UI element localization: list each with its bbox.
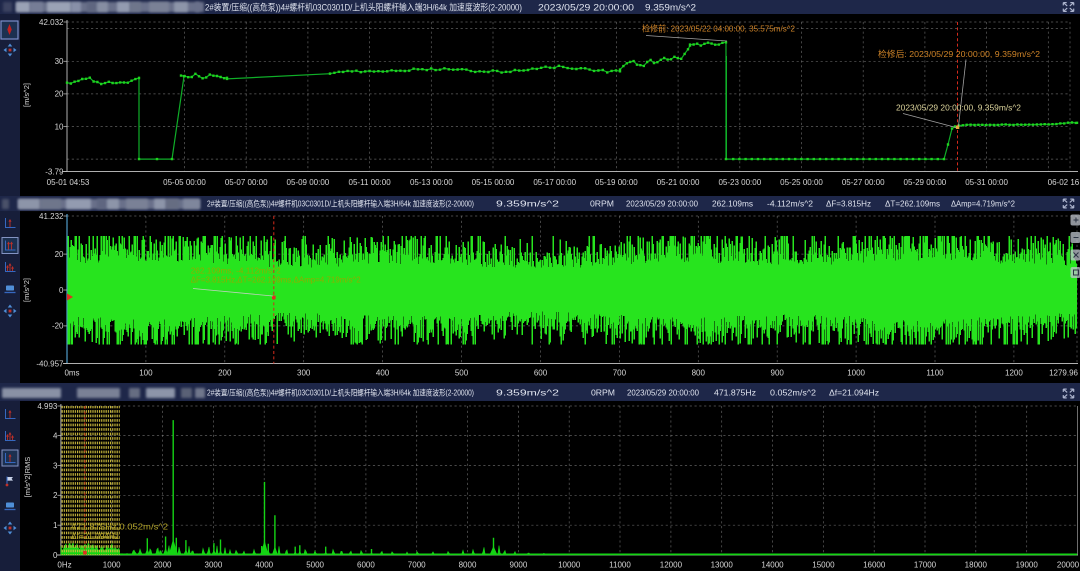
svg-text:-4.112m/s^2: -4.112m/s^2 <box>767 200 814 209</box>
svg-text:100: 100 <box>139 369 153 378</box>
svg-text:20: 20 <box>55 250 64 259</box>
svg-text:3000: 3000 <box>205 560 223 569</box>
svg-text:05-15 00:00: 05-15 00:00 <box>472 178 515 187</box>
svg-text:ΔF=3.815Hz,ΔT=262.109ms,ΔAmp=4: ΔF=3.815Hz,ΔT=262.109ms,ΔAmp=4.719m/s^2 <box>191 275 361 285</box>
svg-text:-20: -20 <box>52 322 64 331</box>
svg-text:2023/05/29 20:00:00, 9.359m/s^: 2023/05/29 20:00:00, 9.359m/s^2 <box>896 103 1021 113</box>
svg-text:1279.96: 1279.96 <box>1049 369 1078 378</box>
svg-text:9.359m/s^2: 9.359m/s^2 <box>496 200 560 209</box>
svg-text:-3.79: -3.79 <box>45 167 64 176</box>
svg-text:6000: 6000 <box>357 560 375 569</box>
svg-text:262.109ms: 262.109ms <box>712 200 753 209</box>
svg-text:10: 10 <box>55 122 64 131</box>
svg-text:2#装置/压缩((高危泵))4#螺杆机03C0301D/上机: 2#装置/压缩((高危泵))4#螺杆机03C0301D/上机头阳螺杆输入端3H/… <box>207 199 474 209</box>
svg-text:0RPM: 0RPM <box>591 389 615 398</box>
svg-text:05-27 00:00: 05-27 00:00 <box>842 178 885 187</box>
svg-text:471.875Hz,0.052m/s^2: 471.875Hz,0.052m/s^2 <box>71 521 168 531</box>
svg-text:17000: 17000 <box>914 560 937 569</box>
svg-text:41.232: 41.232 <box>39 212 64 221</box>
svg-text:0.052m/s^2: 0.052m/s^2 <box>770 389 817 398</box>
svg-text:2023/05/29 20:00:00: 2023/05/29 20:00:00 <box>538 2 634 12</box>
svg-text:05-25 00:00: 05-25 00:00 <box>780 178 823 187</box>
svg-text:1000: 1000 <box>103 560 121 569</box>
svg-text:2000: 2000 <box>154 560 172 569</box>
svg-text:5000: 5000 <box>306 560 324 569</box>
svg-text:0ms: 0ms <box>64 369 79 378</box>
svg-text:11000: 11000 <box>609 560 631 569</box>
svg-text:检修后: 2023/05/29 20:00:00, 9.35: 检修后: 2023/05/29 20:00:00, 9.359m/s^2 <box>878 49 1040 59</box>
svg-text:05-07 00:00: 05-07 00:00 <box>225 178 268 187</box>
svg-text:05-11 00:00: 05-11 00:00 <box>349 178 392 187</box>
svg-text:7000: 7000 <box>408 560 426 569</box>
svg-text:05-29 00:00: 05-29 00:00 <box>904 178 947 187</box>
svg-text:05-05 00:00: 05-05 00:00 <box>163 178 206 187</box>
svg-text:600: 600 <box>534 369 548 378</box>
svg-text:200: 200 <box>218 369 232 378</box>
svg-text:05-01 04:53: 05-01 04:53 <box>47 178 90 187</box>
svg-text:42.032: 42.032 <box>39 18 64 27</box>
svg-text:30: 30 <box>55 57 64 66</box>
svg-text:900: 900 <box>771 369 785 378</box>
svg-text:20000: 20000 <box>1057 560 1080 569</box>
svg-text:3: 3 <box>53 461 58 470</box>
svg-text:500: 500 <box>455 369 469 378</box>
svg-text:Δf=21.094Hz: Δf=21.094Hz <box>829 389 879 398</box>
svg-text:2023/05/29 20:00:00: 2023/05/29 20:00:00 <box>626 200 699 209</box>
svg-text:ΔAmp=4.719m/s^2: ΔAmp=4.719m/s^2 <box>951 200 1016 209</box>
svg-text:300: 300 <box>297 369 311 378</box>
svg-text:471.875Hz: 471.875Hz <box>714 389 756 398</box>
svg-text:18000: 18000 <box>965 560 988 569</box>
svg-text:0RPM: 0RPM <box>590 200 614 209</box>
svg-text:05-09 00:00: 05-09 00:00 <box>287 178 330 187</box>
svg-text:ΔT=262.109ms: ΔT=262.109ms <box>885 200 940 209</box>
svg-text:2: 2 <box>53 491 58 500</box>
svg-text:2#装置/压缩((高危泵))4#螺杆机03C0301D/上机: 2#装置/压缩((高危泵))4#螺杆机03C0301D/上机头阳螺杆输入端3H/… <box>205 1 522 12</box>
svg-text:14000: 14000 <box>761 560 784 569</box>
svg-text:15000: 15000 <box>812 560 835 569</box>
svg-text:05-13 00:00: 05-13 00:00 <box>410 178 453 187</box>
svg-text:800: 800 <box>692 369 706 378</box>
svg-text:9.359m/s^2: 9.359m/s^2 <box>645 2 696 12</box>
svg-text:2#装置/压缩((高危泵))4#螺杆机03C0301D/上机: 2#装置/压缩((高危泵))4#螺杆机03C0301D/上机头阳螺杆输入端3H/… <box>207 388 474 398</box>
svg-text:1200: 1200 <box>1005 369 1023 378</box>
svg-text:4: 4 <box>53 431 58 440</box>
svg-text:8000: 8000 <box>459 560 477 569</box>
svg-text:ΔF=3.815Hz: ΔF=3.815Hz <box>826 200 871 209</box>
svg-text:1000: 1000 <box>847 369 865 378</box>
svg-text:05-21 00:00: 05-21 00:00 <box>657 178 700 187</box>
svg-text:1: 1 <box>53 521 58 530</box>
svg-text:06-02 16:00: 06-02 16:00 <box>1048 178 1080 187</box>
svg-text:700: 700 <box>613 369 627 378</box>
svg-text:05-19 00:00: 05-19 00:00 <box>595 178 638 187</box>
svg-text:05-31 00:00: 05-31 00:00 <box>965 178 1008 187</box>
svg-text:400: 400 <box>376 369 390 378</box>
svg-text:0Hz: 0Hz <box>57 560 71 569</box>
svg-text:19000: 19000 <box>1016 560 1039 569</box>
svg-text:20: 20 <box>55 90 64 99</box>
svg-text:检修前: 2023/05/22 04:00:00, 35.5: 检修前: 2023/05/22 04:00:00, 35.575m/s^2 <box>642 23 795 33</box>
svg-text:0: 0 <box>59 286 64 295</box>
svg-text:9000: 9000 <box>510 560 528 569</box>
svg-text:4.993: 4.993 <box>37 402 58 411</box>
svg-text:13000: 13000 <box>711 560 734 569</box>
svg-text:05-23 00:00: 05-23 00:00 <box>718 178 761 187</box>
svg-text:9.359m/s^2: 9.359m/s^2 <box>496 389 560 398</box>
svg-text:05-17 00:00: 05-17 00:00 <box>533 178 576 187</box>
svg-text:Δf=21.094Hz: Δf=21.094Hz <box>71 531 119 541</box>
svg-text:4000: 4000 <box>255 560 273 569</box>
svg-text:0: 0 <box>53 551 58 560</box>
svg-text:[m/s^2]RMS: [m/s^2]RMS <box>23 457 32 498</box>
svg-text:[m/s^2]: [m/s^2] <box>22 83 31 107</box>
svg-text:2023/05/29 20:00:00: 2023/05/29 20:00:00 <box>627 389 700 398</box>
svg-text:12000: 12000 <box>660 560 683 569</box>
svg-text:[m/s^2]: [m/s^2] <box>22 278 31 302</box>
svg-text:-40.957: -40.957 <box>36 359 64 368</box>
svg-text:10000: 10000 <box>558 560 581 569</box>
svg-text:1100: 1100 <box>926 369 944 378</box>
svg-text:16000: 16000 <box>863 560 886 569</box>
